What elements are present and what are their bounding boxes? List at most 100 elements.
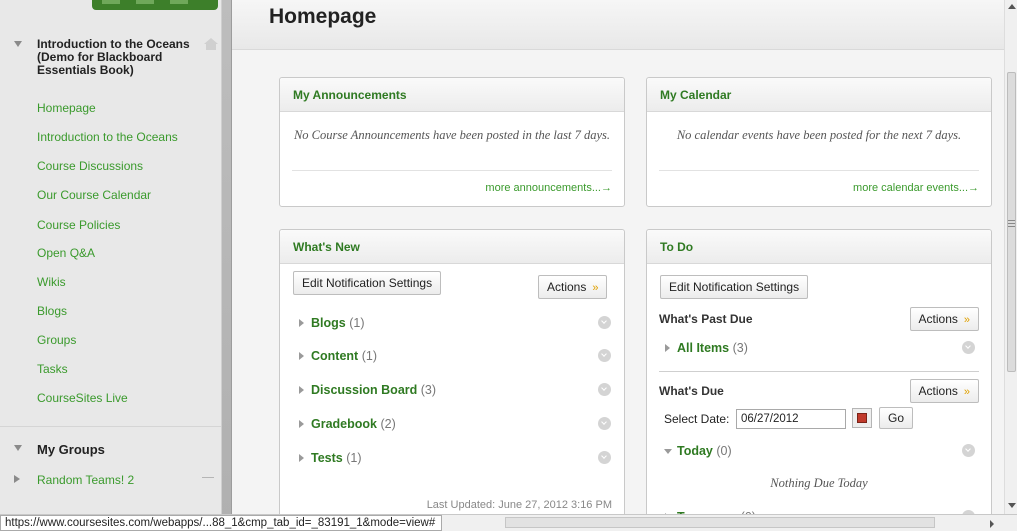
list-item-all-items[interactable]: All Items (3) [659, 338, 979, 360]
module-header: What's New [280, 230, 624, 264]
module-header: My Announcements [280, 78, 624, 112]
item-label: Discussion Board [311, 383, 418, 397]
collapse-course-menu-icon[interactable] [14, 41, 22, 47]
scrollbar-thumb[interactable] [1007, 72, 1016, 372]
item-count: (3) [420, 383, 437, 397]
nothing-due-message: Nothing Due Today [770, 476, 868, 490]
sidebar-item-introduction[interactable]: Introduction to the Oceans [37, 130, 178, 144]
options-icon[interactable] [962, 444, 975, 457]
page-header: Homepage [232, 0, 1004, 50]
sidebar-item-course-policies[interactable]: Course Policies [37, 218, 120, 232]
sidebar-item-open-qa[interactable]: Open Q&A [37, 246, 95, 260]
sidebar-item-course-calendar[interactable]: Our Course Calendar [37, 188, 151, 202]
sidebar-toolbar[interactable] [92, 0, 218, 10]
list-item-tests[interactable]: Tests (1) [293, 448, 611, 470]
sidebar-item-wikis[interactable]: Wikis [37, 275, 66, 289]
calendar-picker-button[interactable] [852, 408, 872, 428]
item-label: Gradebook [311, 417, 377, 431]
expand-icon [299, 454, 304, 462]
item-label: Blogs [311, 316, 346, 330]
browser-status-bar: https://www.coursesites.com/webapps/...8… [0, 514, 1017, 531]
go-button[interactable]: Go [879, 407, 914, 429]
sidebar-resize-handle[interactable] [222, 0, 232, 531]
empty-message: No Course Announcements have been posted… [293, 128, 611, 142]
home-icon[interactable] [204, 38, 218, 50]
todo-module: To Do Edit Notification Settings What's … [646, 229, 992, 529]
main-content: Homepage My Announcements No Course Anno… [232, 0, 1004, 531]
list-item-content[interactable]: Content (1) [293, 346, 611, 368]
whats-due-heading: What's Due [659, 384, 724, 398]
options-icon[interactable] [962, 341, 975, 354]
date-input[interactable] [736, 409, 846, 429]
expand-group-icon[interactable] [14, 475, 20, 483]
item-label: Today [677, 444, 713, 458]
sidebar-item-coursesites-live[interactable]: CourseSites Live [37, 391, 128, 405]
actions-label: Actions [918, 312, 958, 326]
divider [659, 371, 979, 372]
item-count: (2) [380, 417, 396, 431]
options-icon[interactable] [598, 383, 611, 396]
collapse-groups-icon[interactable] [14, 445, 22, 451]
collapse-icon [664, 449, 672, 454]
actions-button[interactable]: Actions » [538, 275, 608, 299]
whats-past-due-heading: What's Past Due [659, 312, 753, 326]
chevron-down-icon: » [963, 314, 970, 326]
calendar-icon [857, 413, 867, 423]
module-title: To Do [660, 240, 694, 254]
edit-notification-settings-button[interactable]: Edit Notification Settings [293, 271, 442, 295]
sidebar-divider [0, 426, 221, 427]
expand-icon [299, 420, 304, 428]
item-label: Tests [311, 451, 343, 465]
sidebar-item-course-discussions[interactable]: Course Discussions [37, 159, 143, 173]
empty-message: No calendar events have been posted for … [676, 128, 962, 142]
actions-label: Actions [547, 280, 587, 294]
sidebar-item-blogs[interactable]: Blogs [37, 304, 67, 318]
options-icon[interactable] [598, 451, 611, 464]
actions-label: Actions [918, 384, 958, 398]
expand-icon [299, 352, 304, 360]
expand-icon [299, 386, 304, 394]
list-item-today[interactable]: Today (0) [659, 441, 979, 463]
due-actions-button[interactable]: Actions » [909, 379, 979, 403]
item-count: (1) [346, 451, 362, 465]
expand-icon [665, 344, 670, 352]
vertical-scrollbar[interactable] [1004, 0, 1017, 515]
my-groups-title: My Groups [37, 442, 105, 457]
item-count: (3) [732, 341, 748, 355]
item-label: Content [311, 349, 359, 363]
scroll-right-icon[interactable] [990, 520, 994, 528]
item-count: (1) [349, 316, 365, 330]
today-section: Today (0) Nothing Due Today [659, 435, 979, 505]
horizontal-scrollbar[interactable] [505, 517, 935, 528]
item-count: (0) [716, 444, 732, 458]
sidebar-item-homepage[interactable]: Homepage [37, 101, 96, 115]
options-icon[interactable] [598, 349, 611, 362]
past-due-actions-button[interactable]: Actions » [909, 307, 979, 331]
edit-notification-settings-button[interactable]: Edit Notification Settings [660, 275, 809, 299]
module-header: To Do [647, 230, 991, 264]
course-title: Introduction to the Oceans (Demo for Bla… [37, 37, 190, 77]
page-title: Homepage [269, 5, 377, 28]
scroll-down-icon[interactable] [1008, 503, 1016, 508]
sidebar-item-groups[interactable]: Groups [37, 333, 76, 347]
list-item-gradebook[interactable]: Gradebook (2) [293, 414, 611, 436]
list-item-discussion-board[interactable]: Discussion Board (3) [293, 380, 611, 402]
list-item-blogs[interactable]: Blogs (1) [293, 313, 611, 335]
group-link[interactable]: Random Teams! 2 [37, 473, 134, 487]
options-icon[interactable] [598, 417, 611, 430]
module-title: My Announcements [293, 88, 407, 102]
sidebar-item-tasks[interactable]: Tasks [37, 362, 68, 376]
more-calendar-events-link[interactable]: more calendar events...→ [853, 182, 979, 194]
scroll-up-icon[interactable] [1008, 4, 1016, 9]
module-title: My Calendar [660, 88, 732, 102]
select-date-label: Select Date: [664, 412, 730, 426]
item-label: All Items [677, 341, 730, 355]
module-title: What's New [293, 240, 360, 254]
divider [659, 170, 979, 171]
status-url: https://www.coursesites.com/webapps/...8… [0, 515, 443, 531]
chevron-down-icon: » [963, 386, 970, 398]
options-icon[interactable] [598, 316, 611, 329]
more-announcements-link[interactable]: more announcements...→ [485, 182, 612, 194]
module-header: My Calendar [647, 78, 991, 112]
announcements-module: My Announcements No Course Announcements… [279, 77, 625, 207]
